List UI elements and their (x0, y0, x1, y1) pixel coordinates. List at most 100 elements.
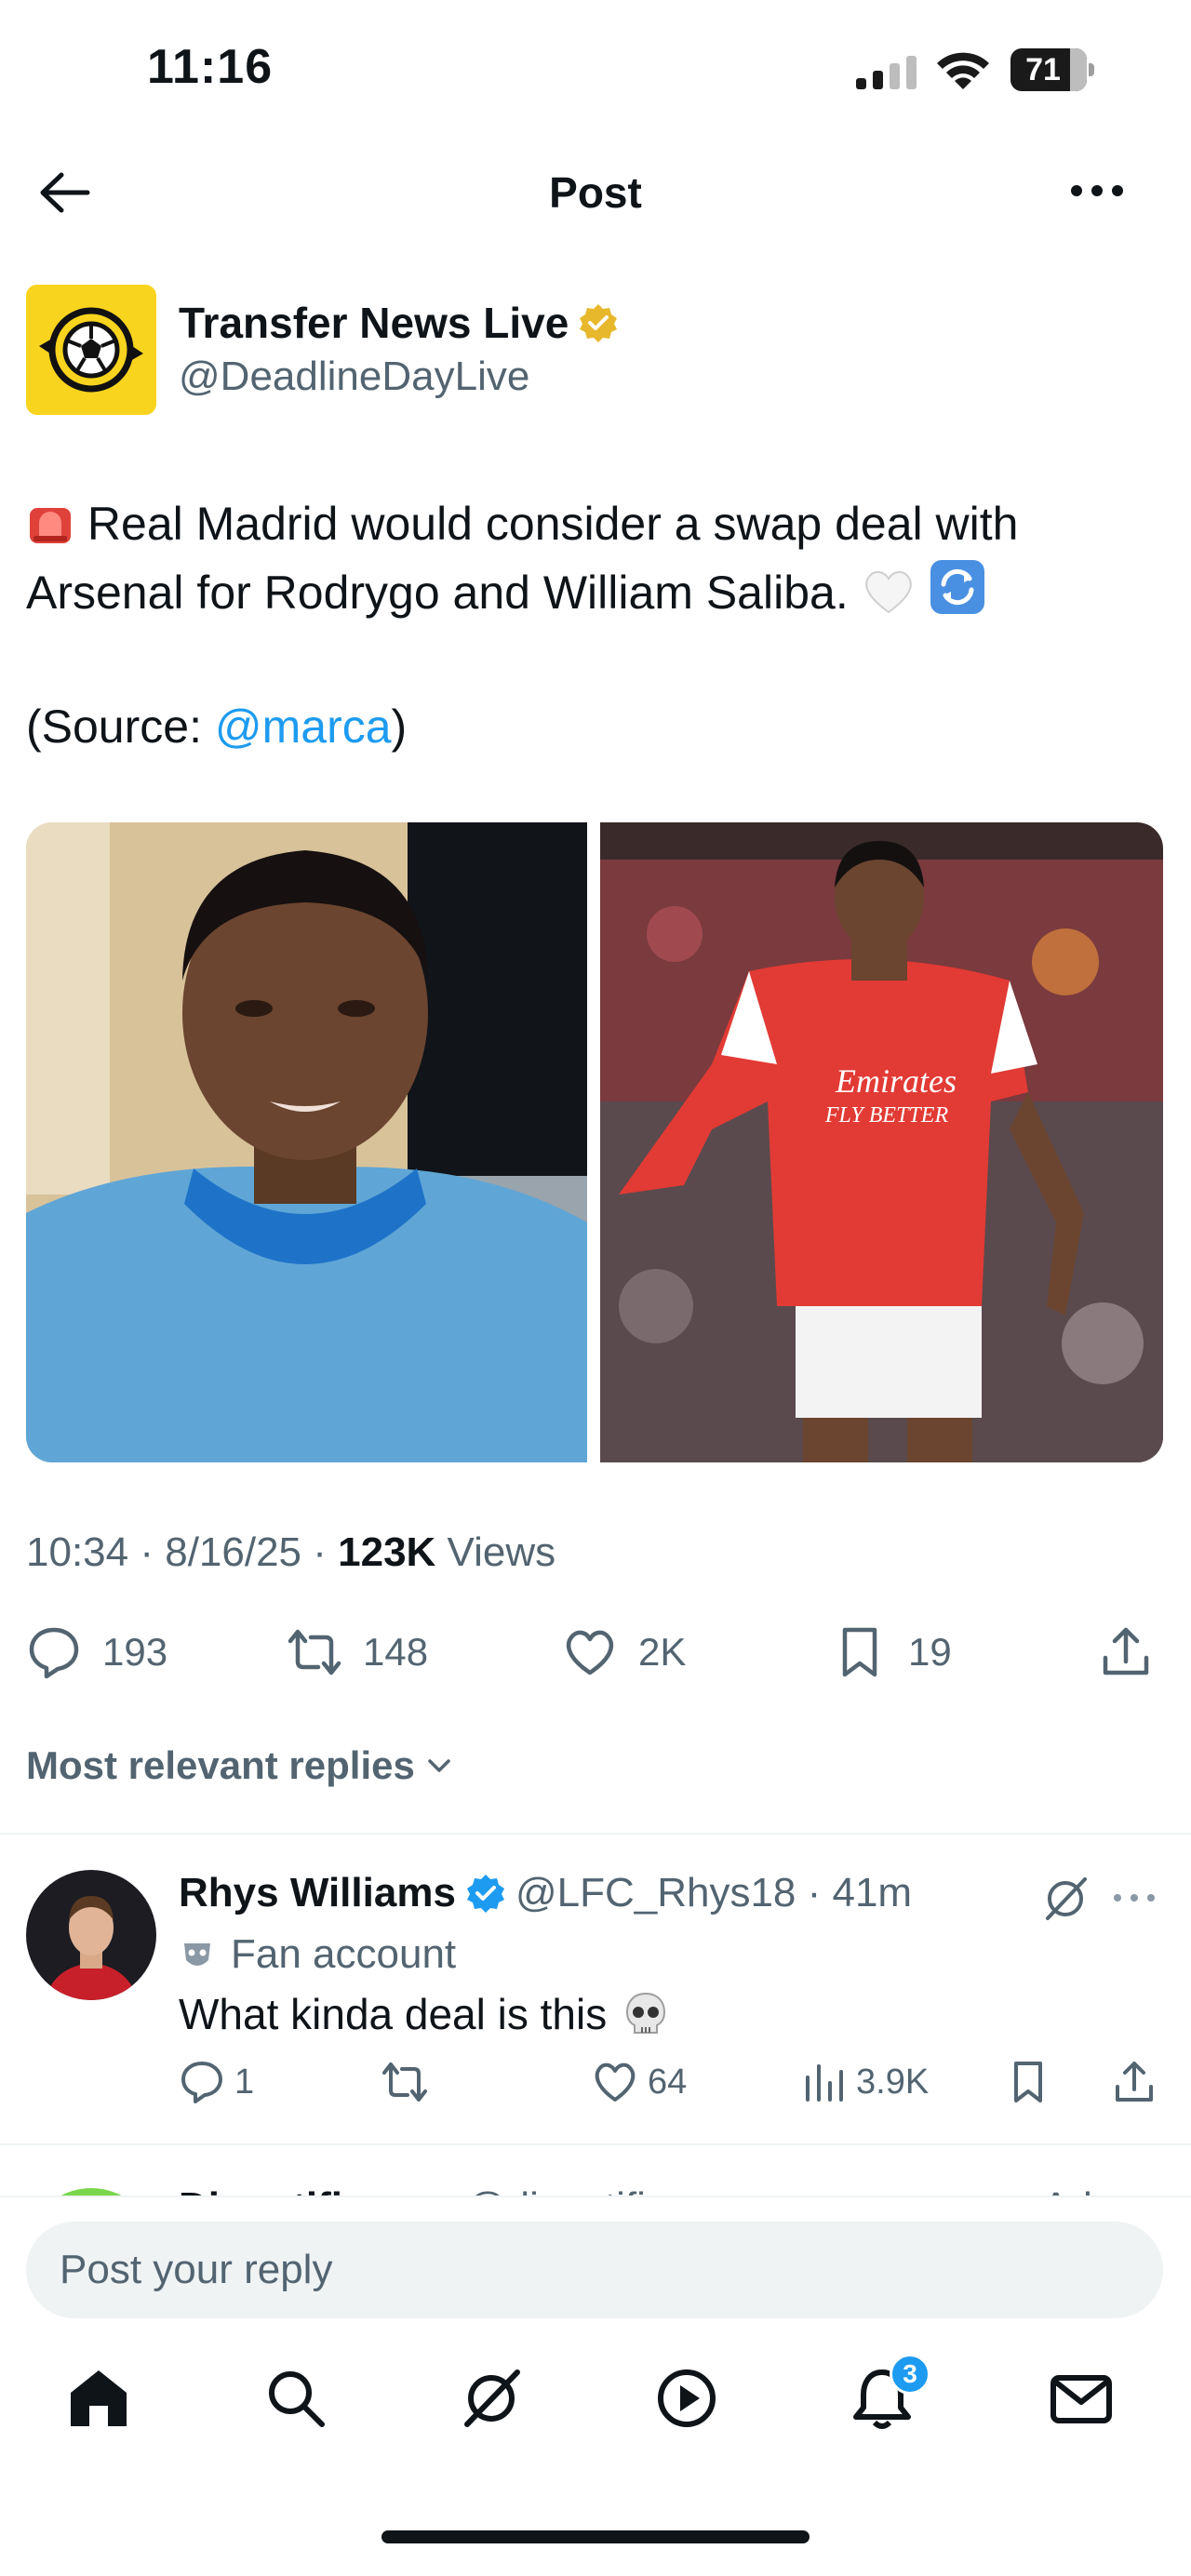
mention-link[interactable]: @marca (215, 701, 392, 753)
reply-reply-button[interactable]: 1 (179, 2052, 254, 2112)
nav-search[interactable] (262, 2365, 337, 2439)
media-photo-rodrygo[interactable] (26, 822, 587, 1462)
status-time: 11:16 (147, 40, 274, 94)
views-chart-icon (806, 2064, 843, 2102)
nav-messages[interactable] (1048, 2365, 1122, 2439)
post-date: 8/16/25 (165, 1529, 302, 1575)
reply-like-count: 64 (648, 2062, 688, 2102)
fan-account-label: Fan account (179, 1931, 456, 1978)
verified-blue-badge-icon (466, 1875, 504, 1913)
like-count: 2K (638, 1630, 687, 1674)
nav-video[interactable] (653, 2365, 728, 2439)
reply-button[interactable]: 193 (26, 1615, 167, 1689)
source-suffix: ) (391, 701, 408, 753)
verified-gold-badge-icon (580, 304, 618, 342)
chevron-down-icon (428, 1759, 450, 1772)
like-button[interactable]: 2K (562, 1615, 686, 1689)
post-text-line-1: Real Madrid would consider a swap deal w… (26, 489, 1161, 558)
reply-icon (181, 2062, 222, 2103)
search-icon (269, 2371, 325, 2427)
reply-avatar[interactable] (26, 1870, 156, 2000)
mail-icon (1050, 2375, 1112, 2423)
share-button[interactable] (1098, 1615, 1174, 1689)
post-meta: 10:34 · 8/16/25 · 123K Views (26, 1529, 556, 1575)
bookmark-count: 19 (908, 1630, 952, 1674)
wifi-icon (937, 52, 989, 89)
post-text-line-2-text: Arsenal for Rodrygo and William Saliba. (26, 567, 849, 619)
page-title: Post (549, 168, 642, 217)
reply-views-count: 3.9K (856, 2062, 930, 2102)
author-avatar[interactable] (26, 285, 156, 415)
post-text-line-1-text: Real Madrid would consider a swap deal w… (87, 498, 1019, 550)
nav-home[interactable] (65, 2365, 140, 2439)
replies-sort-label: Most relevant replies (26, 1743, 415, 1787)
heart-icon (566, 1630, 614, 1675)
status-bar: 11:16 71 (0, 0, 1191, 140)
reply-text-content: What kinda deal is this (179, 1990, 608, 2038)
views-label: Views (435, 1529, 556, 1575)
repost-icon (288, 1629, 341, 1675)
siren-emoji-icon (30, 508, 71, 543)
notifications-badge: 3 (890, 2354, 930, 2395)
author-handle[interactable]: @DeadlineDayLive (179, 354, 529, 400)
repost-button[interactable]: 148 (287, 1615, 428, 1689)
reply-count: 193 (102, 1630, 168, 1674)
post-media[interactable]: Emirates FLY BETTER (26, 822, 1163, 1462)
mask-icon (184, 1943, 210, 1966)
home-indicator (381, 2530, 810, 2543)
views-count[interactable]: 123K (338, 1529, 435, 1575)
cellular-signal-icon (856, 56, 917, 89)
reply-input[interactable] (26, 2222, 1163, 2318)
author-name-row: Transfer News Live (179, 298, 619, 348)
bottom-nav: 3 (0, 2344, 1191, 2475)
nav-notifications[interactable]: 3 (849, 2354, 930, 2439)
fan-account-text: Fan account (231, 1931, 457, 1977)
heart-icon (595, 2062, 636, 2102)
reply-author-handle[interactable]: @LFC_Rhys18 · 41m (515, 1870, 912, 1916)
skull-emoji-icon (626, 1992, 666, 2034)
divider (0, 2143, 1191, 2145)
grok-icon[interactable] (1040, 1874, 1091, 1924)
reply-like-button[interactable]: 64 (592, 2052, 687, 2112)
reply-bookmark-button[interactable] (1005, 2052, 1061, 2112)
nav-grok[interactable] (458, 2365, 532, 2439)
reply-more-icon[interactable] (1111, 1889, 1158, 1907)
post-author[interactable]: Transfer News Live @DeadlineDayLive (26, 285, 1171, 419)
grok-icon (464, 2369, 520, 2427)
post-actions: 193 148 2K 19 (0, 1615, 1191, 1689)
post-text-line-2: Arsenal for Rodrygo and William Saliba. (26, 558, 1161, 627)
reply-share-button[interactable] (1111, 2052, 1167, 2112)
replies-sort-dropdown[interactable]: Most relevant replies (26, 1743, 456, 1788)
reply-views-button[interactable]: 3.9K (800, 2052, 929, 2112)
post-time: 10:34 (26, 1529, 129, 1575)
author-name[interactable]: Transfer News Live (179, 298, 569, 348)
bookmark-icon (842, 1627, 877, 1677)
repost-icon (382, 2062, 427, 2102)
reply-item[interactable]: Rhys Williams @LFC_Rhys18 · 41m Fan acco… (0, 1836, 1191, 2143)
post-source: (Source: @marca) (26, 692, 407, 761)
header: Post (0, 149, 1191, 233)
home-icon (71, 2370, 127, 2426)
reply-reply-count: 1 (234, 2062, 255, 2102)
battery-level: 71 (1025, 52, 1061, 87)
sponsor-text-1: Emirates (835, 1062, 957, 1100)
sponsor-text-2: FLY BETTER (824, 1103, 949, 1128)
reply-actions: 1 64 3.9K (0, 2052, 1191, 2112)
repost-count: 148 (363, 1630, 429, 1674)
play-icon (658, 2369, 716, 2427)
reply-text: What kinda deal is this (179, 1989, 670, 2039)
battery-cap (1089, 63, 1094, 76)
share-icon (1116, 2062, 1153, 2102)
bookmark-button[interactable]: 19 (832, 1615, 952, 1689)
reply-header: Rhys Williams @LFC_Rhys18 · 41m (179, 1870, 912, 1916)
reply-icon (29, 1627, 79, 1679)
reply-repost-button[interactable] (381, 2052, 437, 2112)
reply-composer (0, 2196, 1191, 2326)
divider (0, 1833, 1191, 1835)
battery-body: 71 (1010, 48, 1087, 91)
bookmark-icon (1014, 2062, 1042, 2102)
media-photo-saliba[interactable]: Emirates FLY BETTER (600, 822, 1163, 1462)
battery-icon: 71 (1010, 48, 1094, 91)
reply-author-name[interactable]: Rhys Williams (179, 1870, 456, 1916)
more-options-icon[interactable] (1068, 177, 1126, 205)
